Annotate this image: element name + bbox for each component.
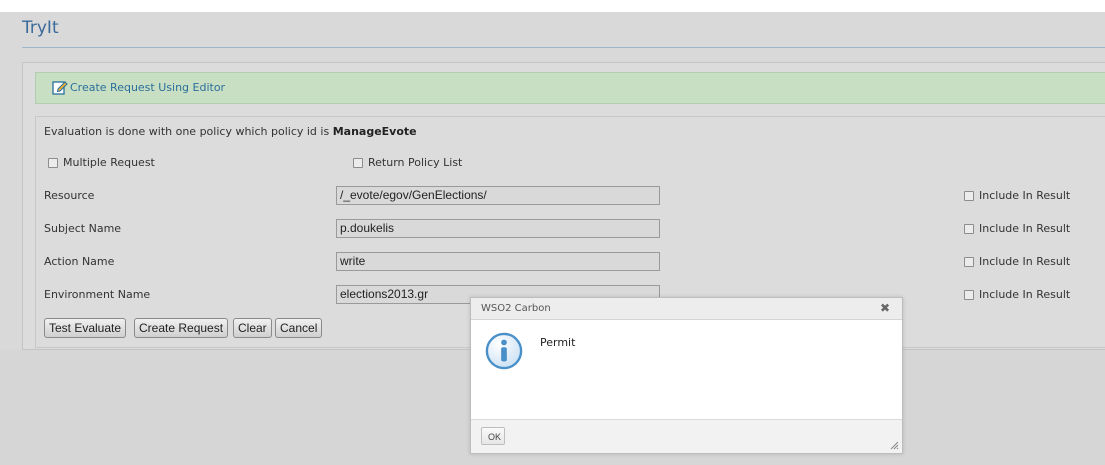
subject-include-label: Include In Result <box>979 222 1071 235</box>
close-icon[interactable]: ✖ <box>880 301 890 315</box>
resize-handle-icon[interactable] <box>889 440 899 450</box>
action-include-checkbox[interactable] <box>964 256 974 267</box>
info-icon <box>485 332 523 370</box>
title-divider <box>22 47 1105 48</box>
cancel-button[interactable]: Cancel <box>275 318 323 338</box>
dialog-footer: OK <box>471 419 902 453</box>
subject-name-label: Subject Name <box>44 222 122 235</box>
return-policy-list-checkbox[interactable] <box>353 157 363 168</box>
environment-include-label: Include In Result <box>979 288 1071 301</box>
subject-name-input[interactable]: p.doukelis <box>336 219 660 238</box>
create-request-button[interactable]: Create Request <box>134 318 229 338</box>
resource-include-option[interactable]: Include In Result <box>964 189 1070 202</box>
policy-id: ManageEvote <box>332 125 417 138</box>
page-title: TryIt <box>22 18 59 38</box>
dialog-title: WSO2 Carbon <box>481 303 551 314</box>
action-include-option[interactable]: Include In Result <box>964 255 1070 268</box>
test-evaluate-button[interactable]: Test Evaluate <box>44 318 127 338</box>
editor-icon <box>52 81 68 95</box>
resource-label: Resource <box>44 189 95 202</box>
action-include-label: Include In Result <box>979 255 1071 268</box>
multiple-request-label: Multiple Request <box>63 156 155 169</box>
action-name-label: Action Name <box>44 255 115 268</box>
return-policy-list-label: Return Policy List <box>368 156 463 169</box>
action-name-input[interactable]: write <box>336 252 660 271</box>
policy-info-prefix: Evaluation is done with one policy which… <box>44 125 330 138</box>
environment-include-checkbox[interactable] <box>964 289 974 300</box>
subject-include-option[interactable]: Include In Result <box>964 222 1070 235</box>
clear-button[interactable]: Clear <box>233 318 272 338</box>
multiple-request-checkbox[interactable] <box>48 157 58 168</box>
return-policy-list-option[interactable]: Return Policy List <box>353 156 462 169</box>
dialog-titlebar[interactable]: WSO2 Carbon ✖ <box>471 298 902 320</box>
policy-info-text: Evaluation is done with one policy which… <box>44 125 417 138</box>
ok-button[interactable]: OK <box>481 427 505 445</box>
subject-include-checkbox[interactable] <box>964 223 974 234</box>
top-strip <box>0 0 1105 12</box>
resource-include-label: Include In Result <box>979 189 1071 202</box>
create-request-editor-link[interactable]: Create Request Using Editor <box>70 81 225 94</box>
environment-name-label: Environment Name <box>44 288 151 301</box>
result-dialog: WSO2 Carbon ✖ Permit OK <box>470 297 903 454</box>
multiple-request-option[interactable]: Multiple Request <box>48 156 155 169</box>
resource-include-checkbox[interactable] <box>964 190 974 201</box>
resource-input[interactable]: /_evote/egov/GenElections/ <box>336 186 660 205</box>
dialog-message: Permit <box>540 336 576 349</box>
environment-include-option[interactable]: Include In Result <box>964 288 1070 301</box>
